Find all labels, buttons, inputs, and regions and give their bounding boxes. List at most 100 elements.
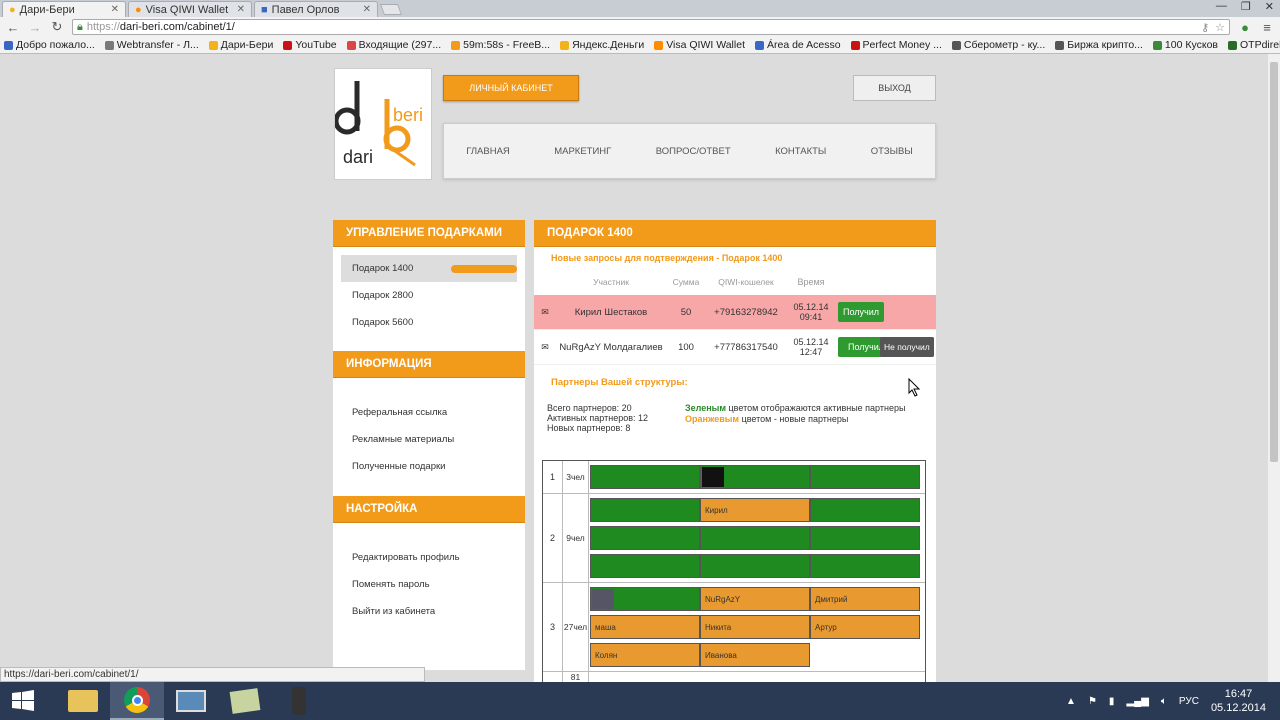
nav-reviews[interactable]: ОТЗЫВЫ — [871, 146, 913, 157]
not-received-button[interactable]: Не получил — [880, 337, 934, 357]
nav-marketing[interactable]: МАРКЕТИНГ — [554, 146, 611, 157]
image-viewer-icon[interactable] — [164, 682, 218, 720]
sidebar-item-edit-profile[interactable]: Редактировать профиль — [333, 544, 525, 571]
tab-pavel-orlov[interactable]: ■ Павел Орлов ✕ — [254, 1, 378, 17]
sidebar-item-received-gifts[interactable]: Полученные подарки — [333, 453, 525, 480]
chrome-icon[interactable] — [110, 682, 164, 720]
new-tab-button[interactable] — [379, 4, 403, 15]
bookmark-item[interactable]: Сберометр - ку... — [951, 39, 1045, 51]
flag-icon[interactable]: ⚑ — [1088, 696, 1097, 707]
partner-cell[interactable]: NuRgAzY — [700, 587, 810, 611]
bookmark-item[interactable]: Дари-Бери — [208, 39, 273, 51]
partner-cell[interactable] — [590, 498, 700, 522]
mail-icon[interactable]: ✉ — [534, 342, 556, 353]
sidebar-item-gift-5600[interactable]: Подарок 5600 — [333, 309, 525, 336]
tray-arrow-icon[interactable]: ▲ — [1066, 696, 1076, 707]
requests-table-header: Участник Сумма QIWI-кошелек Время — [534, 269, 936, 295]
notes-app-icon[interactable] — [218, 682, 272, 720]
language-indicator[interactable]: РУС — [1179, 696, 1199, 707]
partner-cell[interactable] — [810, 554, 920, 578]
tab-close-icon[interactable]: ✕ — [237, 4, 245, 15]
sum-value: 50 — [680, 306, 692, 318]
partner-cell[interactable] — [700, 526, 810, 550]
bookmark-item[interactable]: YouTube — [283, 39, 337, 51]
address-bar[interactable]: 🔒︎ https://dari-beri.com/cabinet/1/ ⚷ ☆ — [72, 19, 1230, 35]
received-button[interactable]: Получил Не получил — [838, 337, 934, 357]
table-row: ✉ Кирил Шестаков 50 +79163278942 05.12.1… — [534, 295, 936, 330]
partner-cell[interactable]: Никита — [700, 615, 810, 639]
bookmark-item[interactable]: Visa QIWI Wallet — [654, 39, 745, 51]
partner-name: Дмитрий — [815, 594, 848, 604]
nav-contacts[interactable]: КОНТАКТЫ — [775, 146, 826, 157]
sidebar-item-referral[interactable]: Реферальная ссылка — [333, 399, 525, 426]
nav-home[interactable]: ГЛАВНАЯ — [466, 146, 510, 157]
partner-cell[interactable]: Дмитрий — [810, 587, 920, 611]
sidebar-item-change-password[interactable]: Поменять пароль — [333, 571, 525, 598]
clock[interactable]: 16:47 05.12.2014 — [1211, 687, 1266, 715]
bookmark-item[interactable]: OTPdirekt Inter... — [1228, 39, 1280, 51]
participant-name: Кирил Шестаков — [574, 306, 648, 318]
signal-icon[interactable]: ▂▄▆ — [1126, 696, 1148, 707]
windows-start-icon[interactable] — [0, 682, 46, 720]
extension-icon[interactable]: ● — [1238, 20, 1252, 35]
bookmark-item[interactable]: Входящие (297... — [346, 39, 441, 51]
partner-cell[interactable]: Колян — [590, 643, 700, 667]
battery-icon[interactable]: ▮ — [1109, 696, 1115, 707]
bookmark-item[interactable]: Perfect Money ... — [850, 39, 942, 51]
partner-cell[interactable] — [810, 465, 920, 489]
page-scrollbar[interactable] — [1268, 54, 1280, 682]
received-button[interactable]: Получил — [838, 302, 884, 322]
cabinet-button[interactable]: ЛИЧНЫЙ КАБИНЕТ — [443, 75, 579, 101]
exit-button[interactable]: ВЫХОД — [853, 75, 936, 101]
partner-cell[interactable] — [590, 554, 700, 578]
bookmark-item[interactable]: Биржа крипто... — [1055, 39, 1143, 51]
tab-visa-qiwi[interactable]: ● Visa QIWI Wallet ✕ — [128, 1, 252, 17]
bookmark-item[interactable]: Добро пожало... — [4, 39, 95, 51]
bookmark-item[interactable]: Webtransfer - Л... — [104, 39, 199, 51]
bookmark-item[interactable]: Яндекс.Деньги — [560, 39, 644, 51]
tab-close-icon[interactable]: ✕ — [363, 4, 371, 15]
tab-dari-beri[interactable]: ● Дари-Бери ✕ — [2, 1, 126, 17]
bookmark-item[interactable]: 100 Кусков — [1152, 39, 1218, 51]
sidebar-item-gift-1400[interactable]: Подарок 1400 — [341, 255, 517, 282]
close-window-icon[interactable]: ✕ — [1265, 0, 1274, 13]
tab-close-icon[interactable]: ✕ — [111, 4, 119, 15]
scrollbar-thumb[interactable] — [1270, 62, 1278, 462]
key-icon[interactable]: ⚷ — [1201, 21, 1209, 34]
bookmark-item[interactable]: Área de Acesso — [754, 39, 841, 51]
tree-level-row: 3 27 чел NuRgAzY Дмитрий маша Никита Артур Колян… — [543, 583, 925, 672]
bookmark-label: Perfect Money ... — [862, 39, 942, 51]
recorder-app-icon[interactable] — [272, 682, 326, 720]
partner-cell[interactable] — [700, 465, 810, 489]
reload-icon[interactable]: ↻ — [50, 19, 64, 35]
site-logo[interactable]: beri dari — [333, 68, 432, 180]
star-icon[interactable]: ☆ — [1215, 21, 1225, 34]
minimize-icon[interactable]: — — [1216, 0, 1227, 13]
partner-cell[interactable] — [700, 554, 810, 578]
partner-cell[interactable] — [810, 526, 920, 550]
forward-icon[interactable]: → — [28, 20, 42, 35]
time-text: 12:47 — [799, 347, 823, 357]
maximize-icon[interactable]: ❐ — [1241, 0, 1251, 13]
explorer-icon[interactable] — [56, 682, 110, 720]
bookmark-favicon-icon — [104, 40, 114, 50]
partner-cell[interactable]: Иванова — [700, 643, 810, 667]
browser-tab-bar: ● Дари-Бери ✕ ● Visa QIWI Wallet ✕ ■ Пав… — [0, 0, 1280, 17]
partner-cell[interactable]: Артур — [810, 615, 920, 639]
back-icon[interactable]: ← — [6, 20, 20, 35]
menu-icon[interactable]: ≡ — [1260, 20, 1274, 35]
partner-cell[interactable] — [590, 587, 700, 611]
url-toolbar: ← → ↻ 🔒︎ https://dari-beri.com/cabinet/1… — [0, 17, 1280, 37]
bookmark-item[interactable]: 59m:58s - FreeB... — [451, 39, 550, 51]
volume-icon[interactable]: 🔈︎ — [1161, 696, 1167, 707]
partner-cell[interactable]: Кирил — [700, 498, 810, 522]
sidebar-item-gift-2800[interactable]: Подарок 2800 — [333, 282, 525, 309]
sidebar-item-ad-materials[interactable]: Рекламные материалы — [333, 426, 525, 453]
nav-faq[interactable]: ВОПРОС/ОТВЕТ — [656, 146, 731, 157]
mail-icon[interactable]: ✉ — [534, 307, 556, 318]
partner-cell[interactable]: маша — [590, 615, 700, 639]
partner-cell[interactable] — [810, 498, 920, 522]
partner-cell[interactable] — [590, 526, 700, 550]
partner-cell[interactable] — [590, 465, 700, 489]
sidebar-item-logout[interactable]: Выйти из кабинета — [333, 598, 525, 625]
